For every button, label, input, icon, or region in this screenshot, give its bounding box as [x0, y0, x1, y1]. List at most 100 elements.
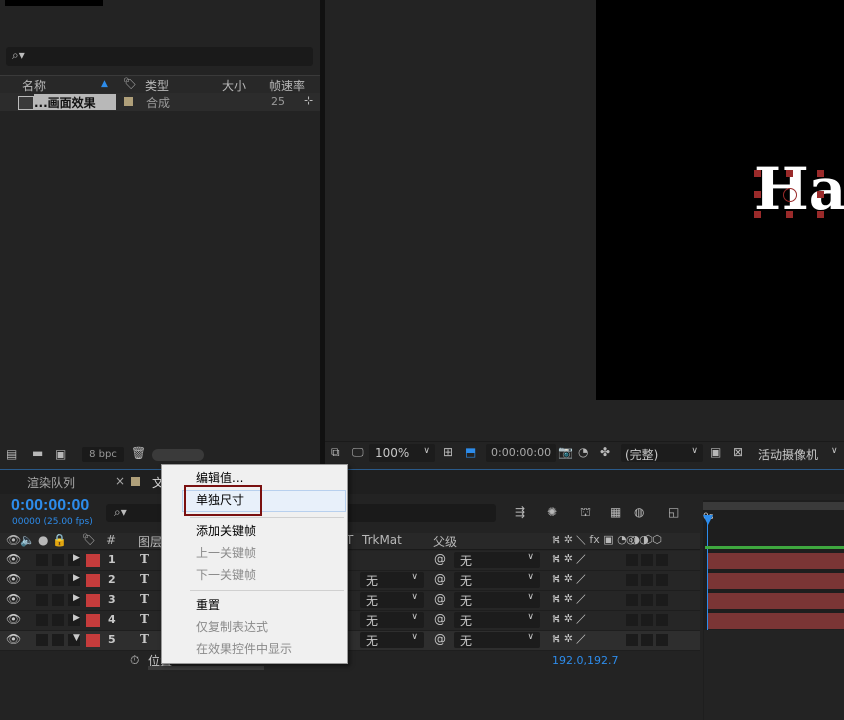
column-fps[interactable]: 帧速率 — [269, 77, 305, 94]
layer-row[interactable]: 👁 ▶ 4 T 无 ∨ @ 无 ∨ ⛕ ✲ ⟋ — [0, 611, 700, 631]
lock-icon[interactable]: 🔒 — [52, 533, 67, 547]
switch-box[interactable] — [641, 574, 653, 586]
column-parent[interactable]: 父级 — [433, 533, 457, 550]
layer-label-color[interactable] — [86, 574, 100, 587]
layer-label-color[interactable] — [86, 594, 100, 607]
parent-dropdown[interactable]: 无 ∨ — [454, 612, 540, 628]
flowchart-icon[interactable]: ⊹ — [304, 94, 313, 107]
trkmat-dropdown[interactable]: 无 ∨ — [360, 632, 424, 648]
comp-flowchart-icon[interactable]: ⇶ — [515, 505, 525, 519]
solo-icon[interactable]: ● — [38, 533, 48, 547]
pick-whip-icon[interactable]: @ — [434, 632, 446, 646]
position-value[interactable]: 192.0,192.7 — [552, 654, 618, 667]
column-size[interactable]: 大小 — [222, 77, 246, 94]
draft-3d-icon[interactable]: ✺ — [547, 505, 557, 519]
new-composition-icon[interactable]: ▣ — [55, 447, 66, 461]
column-type[interactable]: 类型 — [145, 77, 169, 94]
expand-right-icon[interactable]: ▶ — [73, 553, 80, 563]
show-snapshot-icon[interactable]: ◔ — [578, 445, 588, 459]
label-tag-icon[interactable]: 🏷 — [82, 533, 96, 546]
close-tab-icon[interactable]: × — [115, 474, 125, 488]
sort-asc-icon[interactable]: ▲ — [101, 79, 108, 89]
layer-duration-bar[interactable] — [708, 573, 844, 589]
resolution-dropdown[interactable]: (完整) ∨ — [621, 444, 703, 462]
layer-switches[interactable]: ⛕ ✲ ⟋ — [552, 552, 586, 567]
switch-box[interactable] — [641, 614, 653, 626]
eye-icon[interactable]: 👁 — [6, 632, 21, 646]
expand-down-icon[interactable]: ▼ — [73, 633, 80, 643]
anchor-point-icon[interactable] — [783, 188, 797, 202]
switch-box[interactable] — [641, 554, 653, 566]
snapshot-icon[interactable]: 📷 — [558, 445, 573, 459]
composition-canvas[interactable]: Ha — [596, 0, 844, 400]
graph-editor-icon[interactable]: ◱ — [668, 505, 679, 519]
solo-toggle[interactable] — [52, 574, 64, 586]
layer-label-color[interactable] — [86, 554, 100, 567]
eye-icon[interactable]: 👁 — [6, 572, 21, 586]
switch-box[interactable] — [656, 594, 668, 606]
fit-frame-icon[interactable]: ⊞ — [443, 445, 453, 459]
layer-switches[interactable]: ⛕ ✲ ⟋ — [552, 612, 586, 627]
project-item-row[interactable]: ...画面效果 合成 25 ⊹ — [0, 93, 320, 111]
menu-item-prev-keyframe[interactable]: 上一关键帧 — [196, 543, 256, 563]
mask-visibility-icon[interactable]: ⬒ — [465, 445, 476, 459]
layer-switches[interactable]: ⛕ ✲ ⟋ — [552, 632, 586, 647]
audio-toggle[interactable] — [36, 634, 48, 646]
current-time-field[interactable]: 0:00:00:00 — [486, 444, 556, 462]
switch-box[interactable] — [656, 614, 668, 626]
project-item-name[interactable]: ...画面效果 — [34, 94, 116, 110]
solo-toggle[interactable] — [52, 594, 64, 606]
menu-item-copy-expression[interactable]: 仅复制表达式 — [196, 617, 268, 637]
column-name[interactable]: 名称 — [22, 77, 46, 94]
pick-whip-icon[interactable]: @ — [434, 592, 446, 606]
parent-dropdown[interactable]: 无 ∨ — [454, 552, 540, 568]
eye-icon[interactable]: 👁 — [6, 592, 21, 606]
region-of-interest-icon[interactable]: ▣ — [710, 445, 721, 459]
menu-item-add-keyframe[interactable]: 添加关键帧 — [196, 521, 256, 541]
audio-toggle[interactable] — [36, 554, 48, 566]
expand-right-icon[interactable]: ▶ — [73, 613, 80, 623]
channels-icon[interactable]: ✤ — [600, 445, 610, 459]
layer-label-color[interactable] — [86, 634, 100, 647]
audio-toggle[interactable] — [36, 614, 48, 626]
layer-bounding-box[interactable] — [754, 170, 824, 218]
switch-box[interactable] — [626, 554, 638, 566]
eye-icon[interactable]: 👁 — [6, 612, 21, 626]
solo-toggle[interactable] — [52, 554, 64, 566]
switch-box[interactable] — [626, 614, 638, 626]
monitor-icon[interactable]: 🖵 — [352, 445, 364, 460]
label-tag-icon[interactable]: 🏷 — [123, 77, 137, 90]
layer-switches[interactable]: ⛕ ✲ ⟋ — [552, 572, 586, 587]
layer-switches[interactable]: ⛕ ✲ ⟋ — [552, 592, 586, 607]
switch-box[interactable] — [656, 574, 668, 586]
trkmat-dropdown[interactable]: 无 ∨ — [360, 612, 424, 628]
project-scrollbar[interactable] — [152, 449, 204, 461]
work-area-bar[interactable] — [703, 502, 844, 510]
position-property-row[interactable]: ⏱ 位置 192.0,192.7 — [0, 651, 700, 671]
audio-toggle[interactable] — [36, 594, 48, 606]
motion-blur-icon[interactable]: ◍ — [634, 505, 644, 519]
expand-right-icon[interactable]: ▶ — [73, 573, 80, 583]
parent-dropdown[interactable]: 无 ∨ — [454, 572, 540, 588]
always-preview-icon[interactable]: ⧉ — [331, 445, 340, 460]
layer-row[interactable]: 👁 ▼ 5 T 无 ∨ @ 无 ∨ ⛕ ✲ ⟋ — [0, 631, 700, 651]
trkmat-dropdown[interactable]: 无 ∨ — [360, 592, 424, 608]
shy-layers-icon[interactable]: ⛫ — [580, 505, 591, 521]
audio-icon[interactable]: 🔈 — [20, 533, 35, 547]
trkmat-dropdown[interactable]: 无 ∨ — [360, 572, 424, 588]
new-folder-icon[interactable]: ▬ — [32, 446, 43, 460]
zoom-dropdown[interactable]: 100% ∨ — [369, 444, 435, 462]
camera-dropdown[interactable]: 活动摄像机 — [758, 446, 818, 463]
interpret-footage-icon[interactable]: ▤ — [6, 447, 17, 461]
switch-box[interactable] — [626, 574, 638, 586]
stopwatch-icon[interactable]: ⏱ — [130, 653, 139, 668]
solo-toggle[interactable] — [52, 634, 64, 646]
pick-whip-icon[interactable]: @ — [434, 552, 446, 566]
pick-whip-icon[interactable]: @ — [434, 612, 446, 626]
switch-box[interactable] — [641, 594, 653, 606]
layer-duration-bar[interactable] — [708, 593, 844, 609]
tab-render-queue[interactable]: 渲染队列 — [27, 474, 75, 491]
chevron-down-icon[interactable]: ∨ — [831, 446, 838, 456]
switch-box[interactable] — [626, 594, 638, 606]
transparency-grid-icon[interactable]: ⊠ — [733, 445, 743, 459]
